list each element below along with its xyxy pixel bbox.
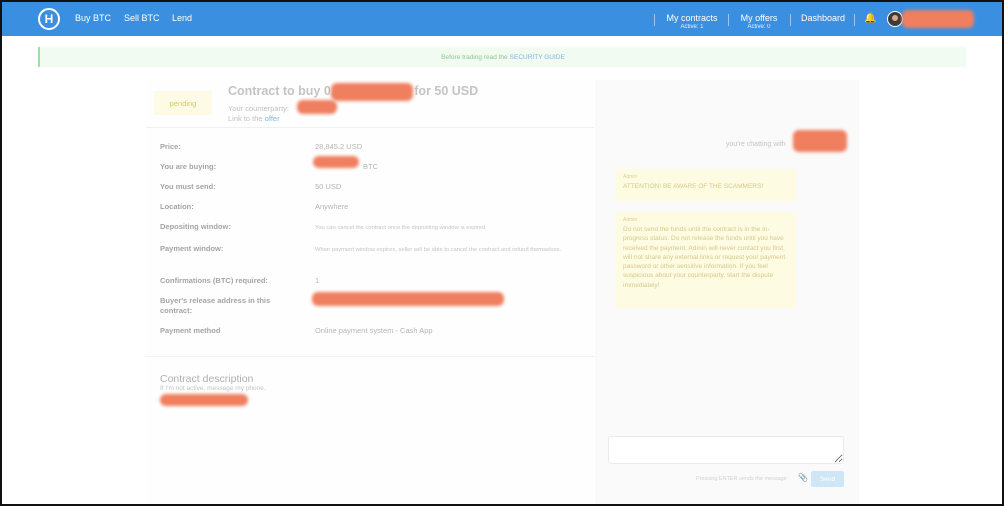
title-suffix: for 50 USD [414,84,479,98]
message-text: Do not send the funds until the contract… [623,226,786,289]
security-banner: Before trading read the SECURITY GUIDE [38,47,966,67]
description-title: Contract description [160,373,254,385]
buying-label: You are buying: [160,162,217,171]
message-sender: Admin [623,217,638,223]
enter-hint: Pressing ENTER sends the message [696,476,787,482]
counterparty-line: Your counterparty: [228,104,289,113]
user-avatar[interactable] [887,11,903,27]
payment-window-value: When payment window expires, seller will… [315,247,562,253]
send-button[interactable]: Send [811,471,844,487]
location-value: Anywhere [315,202,349,211]
release-address-label: Buyer's release address in this contract… [160,296,271,315]
nav-my-contracts-label: My contracts [666,13,718,23]
payment-window-label: Payment window: [160,244,224,253]
nav-divider [728,14,729,26]
title-prefix: Contract to buy 0. [228,84,335,98]
nav-offers-active: Active: 0 [747,24,771,30]
nav-my-offers[interactable]: My offers Active: 0 [739,13,779,30]
bell-icon[interactable]: 🔔 [864,13,876,24]
price-value: 28,845.2 USD [315,142,363,151]
nav-divider [854,14,855,26]
payment-method-label: Payment method [160,326,221,335]
counterparty-label: Your counterparty: [228,104,290,113]
top-navbar: H Buy BTC Sell BTC Lend My contracts Act… [2,2,1002,36]
nav-divider [654,14,655,26]
depositing-window-value: You can cancel the contract once the dep… [315,225,486,231]
redacted-phone [160,394,248,406]
location-label: Location: [160,202,194,211]
nav-sell-btc[interactable]: Sell BTC [124,13,160,23]
offer-link-line: Link to the offer [228,114,280,123]
logo-icon[interactable]: H [38,8,60,30]
nav-divider [790,14,791,26]
redacted-amount [331,83,413,101]
nav-dashboard[interactable]: Dashboard [801,13,845,23]
nav-contracts-active: Active: 1 [680,24,704,30]
confirmations-value: 1 [315,276,320,285]
payment-method-value: Online payment system - Cash App [315,326,433,335]
divider [146,127,594,128]
status-badge: pending [154,91,212,115]
price-label: Price: [160,142,181,151]
nav-lend[interactable]: Lend [172,13,192,23]
divider [146,356,594,357]
offer-link[interactable]: offer [265,114,280,123]
send-label: You must send: [160,182,216,191]
send-value: 50 USD [315,182,342,191]
description-text: If I'm not active, message my phone. [160,385,266,392]
message-sender: Admin [623,174,638,180]
depositing-window-label: Depositing window: [160,222,231,231]
offer-link-prefix: Link to the [228,114,263,123]
redacted-chat-partner[interactable] [793,130,847,152]
admin-message: Admin ATTENTION! BE AWARE OF THE SCAMMER… [616,169,796,201]
admin-message: Admin Do not send the funds until the co… [616,212,796,308]
nav-my-offers-label: My offers [740,13,778,23]
redacted-btc-amount [313,156,359,168]
security-guide-link[interactable]: SECURITY GUIDE [510,54,565,61]
banner-text: Before trading read the [441,53,508,61]
confirmations-label: Confirmations (BTC) required: [160,276,268,285]
nav-buy-btc[interactable]: Buy BTC [75,13,111,23]
paperclip-icon[interactable]: 📎 [798,473,808,482]
redacted-counterparty[interactable] [297,100,337,114]
nav-my-contracts[interactable]: My contracts Active: 1 [665,13,719,30]
chat-header: you're chatting with [726,141,786,148]
redacted-release-address [312,292,504,306]
chat-message-input[interactable] [608,436,844,464]
message-text: ATTENTION! BE AWARE OF THE SCAMMERS! [623,183,764,190]
redacted-username[interactable] [902,10,974,28]
